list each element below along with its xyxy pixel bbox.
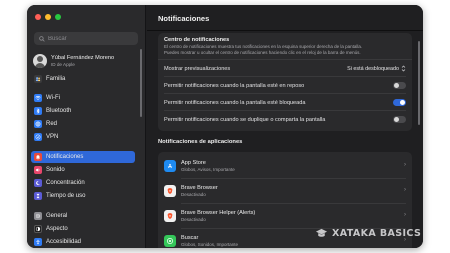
vpn-icon: [34, 133, 42, 141]
sidebar-item-concentracion[interactable]: Concentración: [31, 177, 135, 189]
search-field[interactable]: [34, 32, 138, 45]
sidebar-item-general[interactable]: General: [31, 210, 135, 222]
app-detail: Desactivado: [181, 191, 206, 197]
sidebar-item-label: Familia: [46, 76, 66, 82]
notification-center-card: Centro de notificaciones El centro de no…: [158, 33, 412, 131]
sidebar: Yúbal Fernández Moreno ID de Apple Famil…: [27, 5, 146, 248]
graduation-cap-icon: [315, 228, 328, 237]
app-detail: Globos, Sonidos, Importante: [181, 241, 239, 247]
app-detail: Desactivado: [181, 216, 206, 222]
app-row-brave-browser[interactable]: Brave Browser Desactivado ›: [164, 179, 406, 203]
wifi-icon: [34, 94, 42, 102]
sidebar-item-notificaciones[interactable]: Notificaciones: [31, 151, 135, 163]
sidebar-item-label: Notificaciones: [46, 154, 84, 160]
sidebar-item-vpn[interactable]: VPN: [31, 131, 135, 143]
sidebar-item-accesibilidad[interactable]: Accesibilidad: [31, 236, 135, 248]
sidebar-item-label: Bluetooth: [46, 108, 72, 114]
toggle-label: Permitir notificaciones cuando se dupliq…: [164, 116, 326, 123]
globe-icon: [34, 120, 42, 128]
sidebar-item-tiempo-de-uso[interactable]: Tiempo de uso: [31, 190, 135, 202]
app-detail: Globos, Avisos, Importante: [181, 166, 235, 172]
row-divider: [164, 76, 406, 77]
close-window-button[interactable]: [35, 14, 41, 20]
sidebar-item-label: Tiempo de uso: [46, 193, 86, 199]
zoom-window-button[interactable]: [55, 14, 61, 20]
sidebar-scrollbar[interactable]: [140, 49, 142, 117]
app-store-icon: [164, 160, 176, 172]
preview-select-value: Si está desbloqueado: [347, 65, 399, 72]
moon-icon: [34, 179, 42, 187]
preview-row: Mostrar previsualizaciones Si está desbl…: [164, 62, 406, 75]
sidebar-item-label: Accesibilidad: [46, 239, 82, 245]
user-name: Yúbal Fernández Moreno: [51, 54, 115, 61]
hourglass-icon: [34, 192, 42, 200]
sidebar-item-label: Concentración: [46, 180, 85, 186]
sidebar-item-label: Aspecto: [46, 226, 68, 232]
updown-chevron-icon: [401, 65, 406, 72]
apple-id-account[interactable]: Yúbal Fernández Moreno ID de Apple: [33, 51, 141, 71]
mirroring-toggle[interactable]: [393, 116, 406, 123]
app-name: Buscar: [181, 234, 199, 241]
app-name: Brave Browser Helper (Alerts): [181, 209, 256, 216]
sidebar-item-label: Red: [46, 121, 58, 127]
toggle-row-locked: Permitir notificaciones cuando la pantal…: [164, 96, 406, 109]
sidebar-item-wifi[interactable]: Wi-Fi: [31, 92, 135, 104]
row-divider: [164, 93, 406, 94]
title-divider: [147, 30, 423, 31]
sleep-toggle[interactable]: [393, 82, 406, 89]
app-notifications-title: Notificaciones de aplicaciones: [158, 139, 243, 145]
app-name: Brave Browser: [181, 184, 218, 191]
brave-icon: [164, 185, 176, 197]
family-icon: [34, 75, 42, 83]
notification-center-title: Centro de notificaciones: [164, 37, 230, 43]
apple-id-label: ID de Apple: [51, 61, 75, 67]
gear-icon: [34, 212, 42, 220]
find-my-icon: [164, 235, 176, 247]
search-input[interactable]: [48, 35, 133, 42]
toggle-row-mirroring: Permitir notificaciones cuando se dupliq…: [164, 113, 406, 126]
speaker-icon: [34, 166, 42, 174]
app-row-app-store[interactable]: App Store Globos, Avisos, Importante ›: [164, 154, 406, 178]
sidebar-item-familia[interactable]: Familia: [31, 73, 135, 85]
toggle-label: Permitir notificaciones cuando la pantal…: [164, 99, 306, 106]
app-name: App Store: [181, 159, 206, 166]
sidebar-item-label: Sonido: [46, 167, 65, 173]
watermark: XATAKA BASICS: [315, 227, 421, 240]
main-pane: Notificaciones Centro de notificaciones …: [147, 5, 423, 248]
page-title: Notificaciones: [158, 14, 210, 23]
sidebar-item-label: VPN: [46, 134, 59, 140]
main-scrollbar[interactable]: [418, 41, 420, 125]
row-divider: [164, 110, 406, 111]
accessibility-icon: [34, 238, 42, 246]
chevron-right-icon: ›: [404, 212, 406, 218]
locked-toggle[interactable]: [393, 99, 406, 106]
window-controls: [35, 14, 61, 20]
sidebar-item-aspecto[interactable]: Aspecto: [31, 223, 135, 235]
chevron-right-icon: ›: [404, 187, 406, 193]
avatar: [33, 54, 47, 68]
notification-center-header: Centro de notificaciones El centro de no…: [158, 33, 412, 60]
sidebar-item-label: General: [46, 213, 68, 219]
minimize-window-button[interactable]: [45, 14, 51, 20]
sidebar-item-label: Wi-Fi: [46, 95, 60, 101]
search-icon: [39, 35, 45, 42]
preview-label: Mostrar previsualizaciones: [164, 65, 231, 72]
sidebar-item-red[interactable]: Red: [31, 118, 135, 130]
bell-icon: [34, 153, 42, 161]
appearance-icon: [34, 225, 42, 233]
bluetooth-icon: [34, 107, 42, 115]
notification-center-description-2: Puedes mostrar u ocultar el centro de no…: [164, 49, 361, 55]
preview-select[interactable]: Si está desbloqueado: [347, 65, 406, 72]
app-row-brave-helper[interactable]: Brave Browser Helper (Alerts) Desactivado…: [164, 204, 406, 228]
chevron-right-icon: ›: [404, 162, 406, 168]
watermark-text: XATAKA BASICS: [332, 228, 422, 239]
sidebar-item-bluetooth[interactable]: Bluetooth: [31, 105, 135, 117]
toggle-label: Permitir notificaciones cuando la pantal…: [164, 82, 305, 89]
settings-window: Yúbal Fernández Moreno ID de Apple Famil…: [27, 5, 423, 248]
brave-icon: [164, 210, 176, 222]
sidebar-item-sonido[interactable]: Sonido: [31, 164, 135, 176]
toggle-row-sleep: Permitir notificaciones cuando la pantal…: [164, 79, 406, 92]
